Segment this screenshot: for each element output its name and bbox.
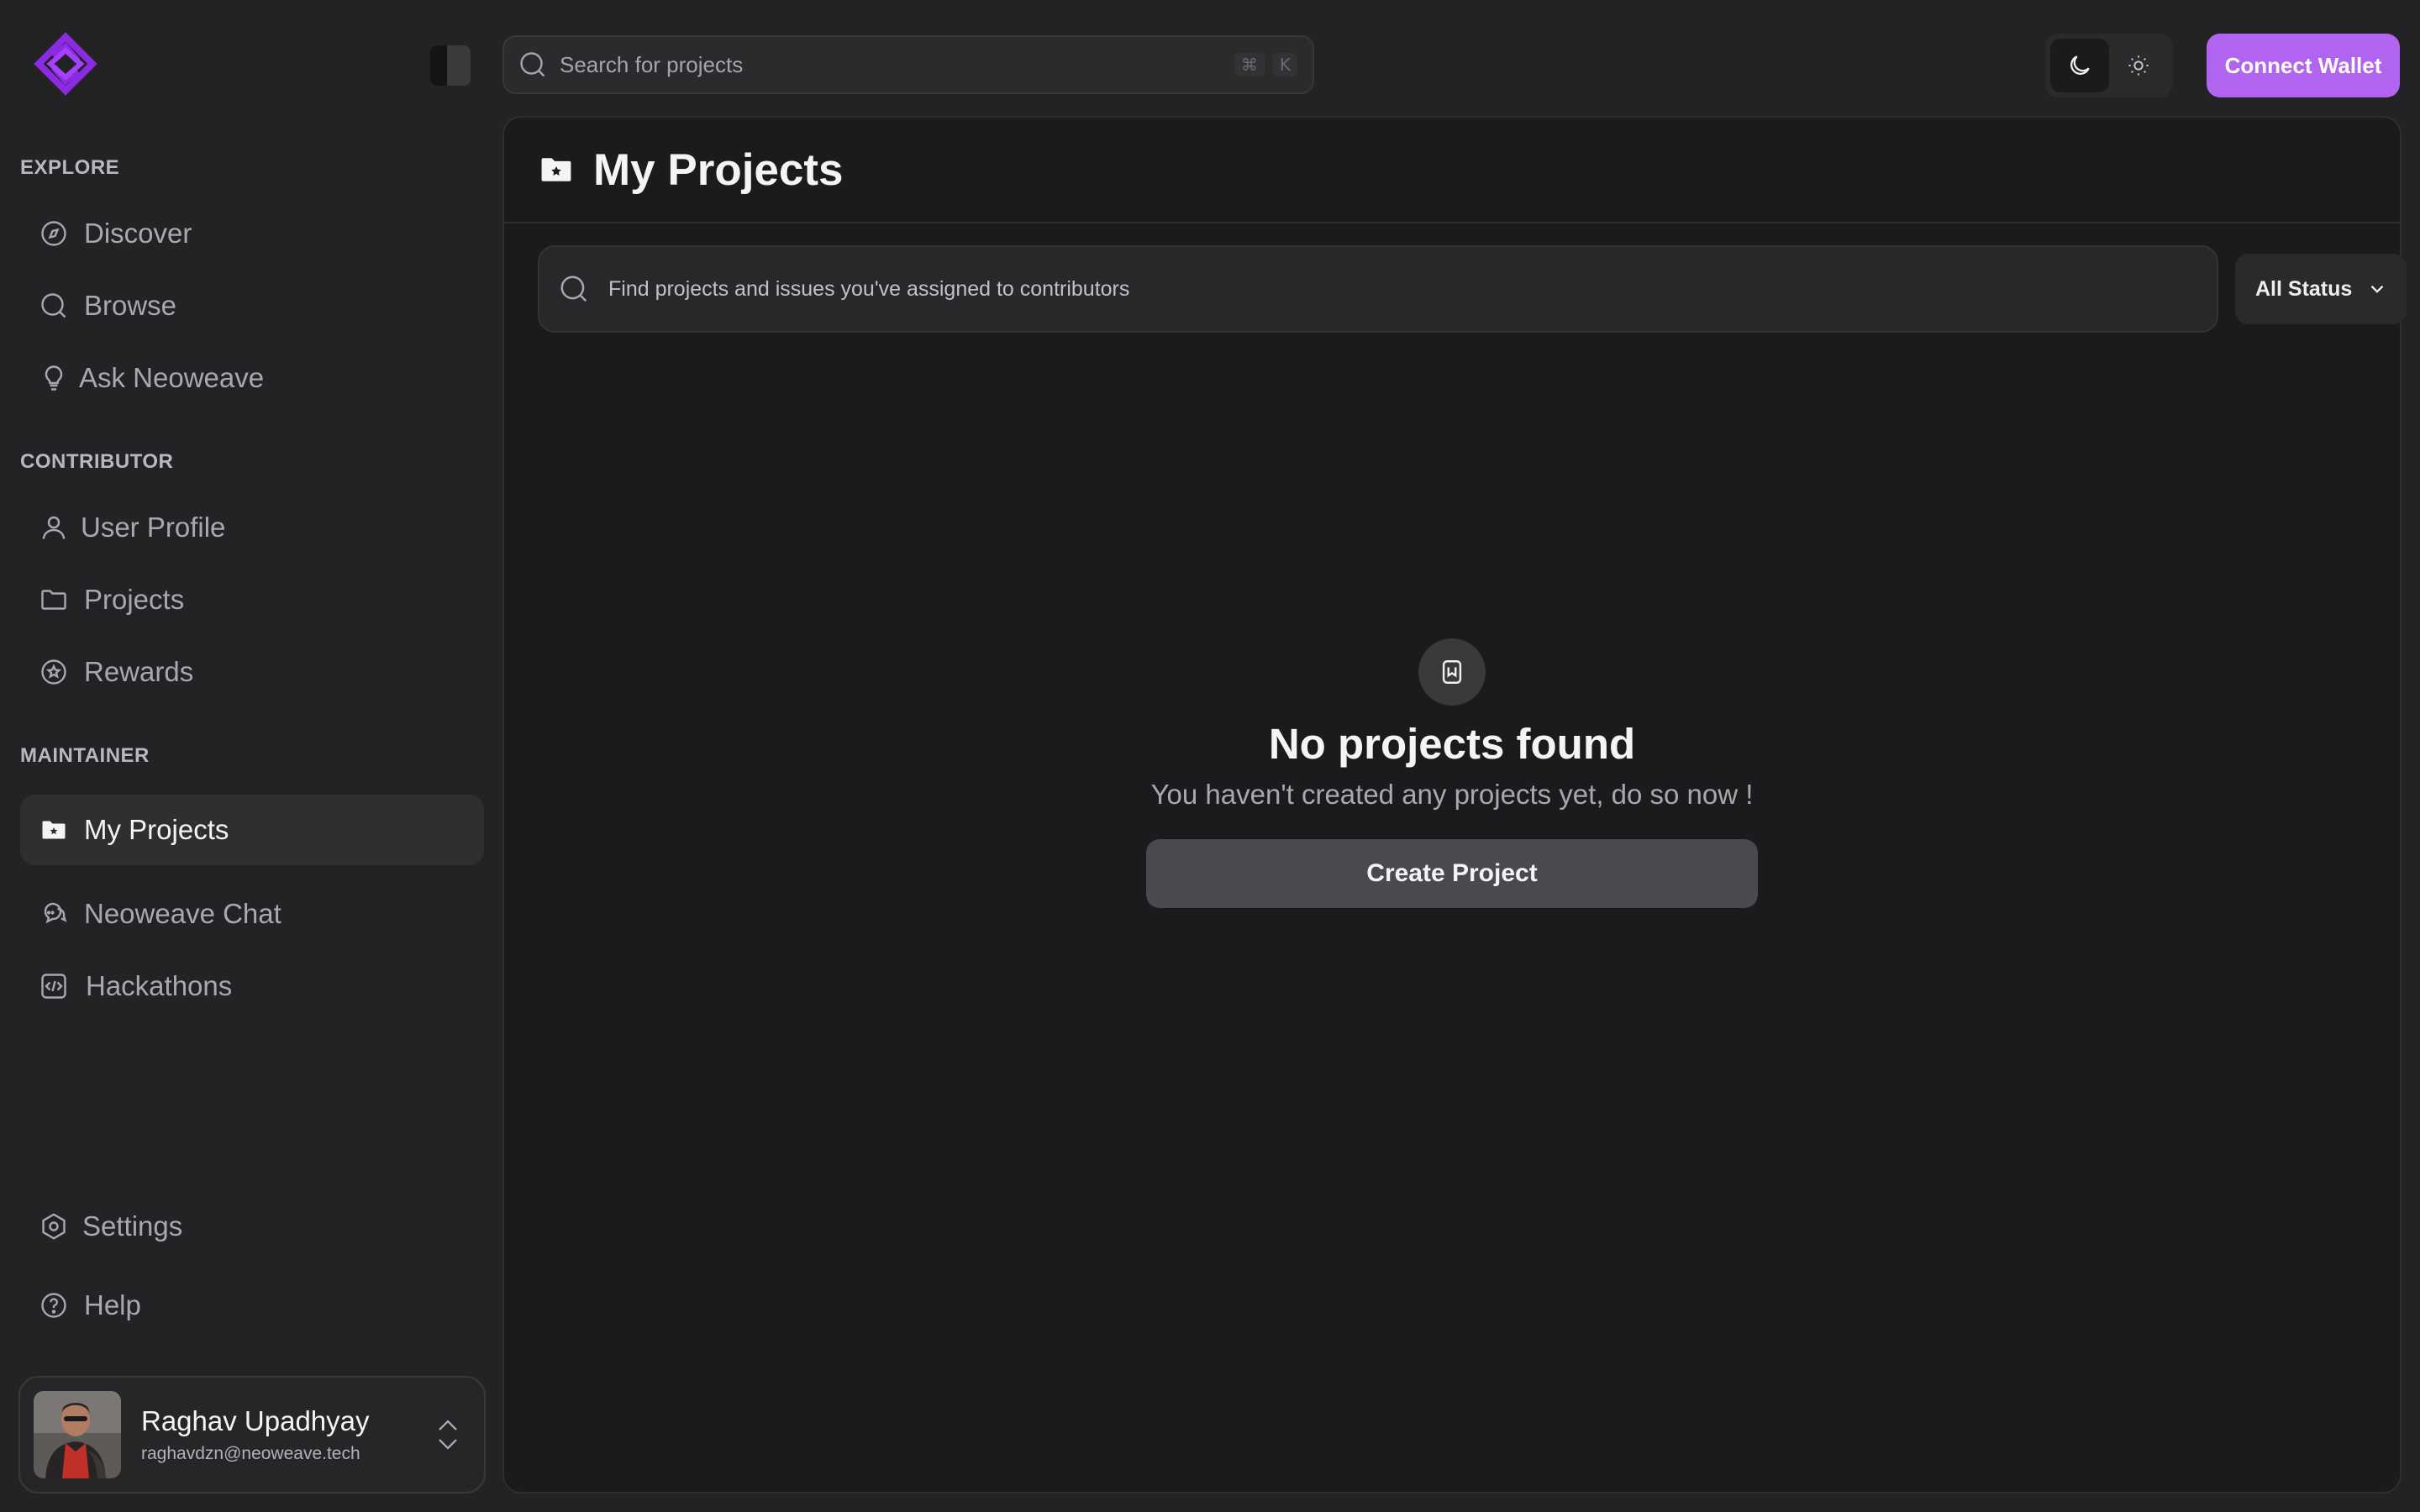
user-name: Raghav Upadhyay — [141, 1405, 370, 1436]
sidebar-item-settings[interactable]: Settings — [20, 1191, 484, 1262]
sidebar-item-browse[interactable]: Browse — [20, 270, 484, 341]
sidebar-item-discover[interactable]: Discover — [20, 198, 484, 269]
page-title: My Projects — [593, 144, 844, 195]
empty-state: No projects found You haven't created an… — [504, 638, 2400, 908]
user-account-menu[interactable]: Raghav Upadhyay raghavdzn@neoweave.tech — [18, 1376, 486, 1494]
command-key: ⌘ — [1234, 53, 1265, 76]
keyboard-shortcut-hint: ⌘ K — [1234, 53, 1297, 76]
dark-mode-button[interactable] — [2050, 39, 2109, 92]
page-header: My Projects — [504, 118, 2400, 223]
create-project-button[interactable]: Create Project — [1146, 839, 1758, 908]
sidebar-item-help[interactable]: Help — [20, 1270, 484, 1341]
empty-state-icon — [1418, 638, 1486, 706]
sidebar-item-neoweave-chat[interactable]: Neoweave Chat — [20, 879, 484, 949]
settings-icon — [39, 1211, 69, 1242]
sidebar-item-label: Projects — [84, 584, 185, 615]
main-panel: My Projects All Status No projects found… — [502, 116, 2407, 1494]
empty-state-subtitle: You haven't created any projects yet, do… — [1150, 779, 1754, 810]
sidebar-item-label: Settings — [82, 1210, 183, 1242]
user-email: raghavdzn@neoweave.tech — [141, 1444, 360, 1463]
sidebar-item-label: Browse — [84, 290, 177, 321]
sidebar-item-label: My Projects — [84, 814, 229, 845]
bookmark-icon — [1442, 660, 1462, 684]
chat-bubbles-icon — [39, 899, 69, 929]
lightbulb-icon — [39, 363, 69, 393]
panel-left-icon — [430, 45, 447, 86]
avatar — [34, 1391, 121, 1478]
k-key: K — [1272, 53, 1297, 76]
folder-star-icon — [538, 151, 575, 188]
light-mode-button[interactable] — [2109, 39, 2168, 92]
search-icon — [558, 273, 590, 305]
sidebar-item-ask-neoweave[interactable]: Ask Neoweave — [20, 343, 484, 413]
project-search[interactable] — [538, 245, 2218, 333]
sidebar-item-user-profile[interactable]: User Profile — [20, 492, 484, 563]
search-icon — [518, 50, 548, 80]
sidebar-item-projects[interactable]: Projects — [20, 564, 484, 635]
section-maintainer-label: MAINTAINER — [20, 744, 150, 767]
sidebar-item-label: Discover — [84, 218, 192, 249]
help-circle-icon — [39, 1290, 69, 1320]
neoweave-logo[interactable] — [34, 32, 97, 96]
award-star-icon — [39, 657, 69, 687]
theme-toggle — [2045, 34, 2173, 97]
compass-icon — [39, 218, 69, 249]
sidebar-item-label: Ask Neoweave — [79, 362, 265, 393]
moon-icon — [2070, 55, 2090, 75]
section-explore-label: EXPLORE — [20, 156, 120, 179]
sidebar-item-label: Rewards — [84, 656, 194, 687]
sidebar-item-my-projects[interactable]: My Projects — [20, 795, 484, 865]
sun-icon — [2128, 55, 2149, 76]
user-icon — [39, 512, 69, 543]
sidebar-item-hackathons[interactable]: Hackathons — [20, 951, 484, 1021]
empty-state-title: No projects found — [1268, 720, 1636, 768]
search-icon — [39, 291, 69, 321]
sidebar-item-label: Hackathons — [86, 970, 233, 1001]
filter-row: All Status — [538, 245, 2407, 333]
global-search[interactable]: ⌘ K — [502, 35, 1314, 94]
folder-star-icon — [39, 815, 69, 845]
chevrons-up-down-icon — [435, 1416, 460, 1453]
sidebar-item-rewards[interactable]: Rewards — [20, 637, 484, 707]
section-contributor-label: CONTRIBUTOR — [20, 450, 174, 473]
sidebar-toggle-button[interactable] — [430, 45, 471, 86]
code-box-icon — [39, 971, 69, 1001]
connect-wallet-button[interactable]: Connect Wallet — [2207, 34, 2400, 97]
sidebar-item-label: Neoweave Chat — [84, 898, 281, 929]
sidebar-item-label: User Profile — [81, 512, 226, 543]
sidebar-item-label: Help — [84, 1289, 141, 1320]
status-filter-value: All Status — [2255, 276, 2353, 301]
folder-icon — [39, 585, 69, 615]
search-input[interactable] — [560, 51, 1234, 78]
sidebar: EXPLORE Discover Browse Ask Neoweave CON… — [0, 0, 501, 1512]
project-search-input[interactable] — [608, 276, 2217, 302]
chevron-down-icon — [2370, 285, 2384, 293]
status-filter-dropdown[interactable]: All Status — [2235, 254, 2407, 324]
